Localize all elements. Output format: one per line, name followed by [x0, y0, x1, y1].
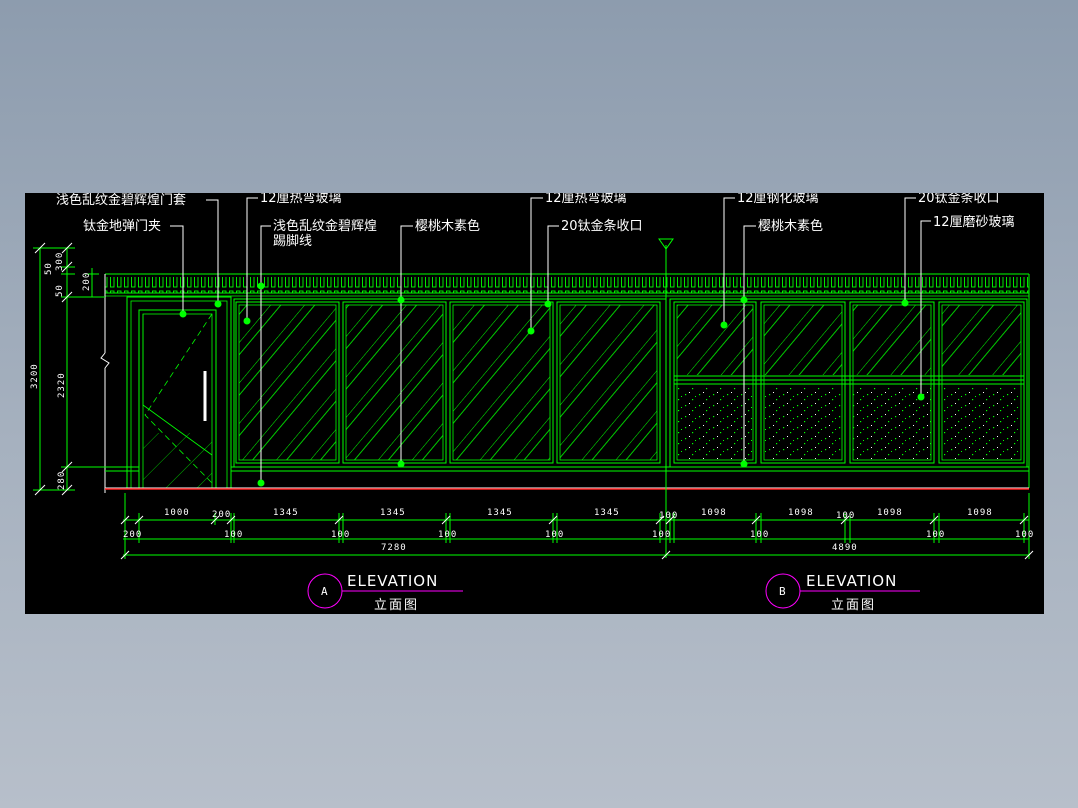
dim-upper-3: 1345: [273, 508, 299, 518]
label-titanium-strip-2: 20钛金条收口: [918, 193, 1000, 206]
wall-edge: [100, 274, 110, 493]
glass-hatch-a2: [346, 305, 443, 460]
title-a-letter: A: [321, 585, 329, 598]
dim-upper-5: 1345: [487, 508, 513, 518]
glass-hatch-b3: [853, 305, 931, 375]
label-frosted-glass: 12厘磨砂玻璃: [933, 215, 1015, 230]
dim-upper-7: 100: [659, 511, 678, 521]
horizontal-dimension-lines: [123, 493, 1030, 559]
dimension-totals: 7280 4890: [381, 543, 858, 553]
vertical-dimension-text: 300 50 50 200 3200 2320 280: [30, 252, 92, 490]
dim-lower-8: 100: [926, 530, 945, 540]
dim-upper-8: 1098: [701, 508, 727, 518]
title-block-a: A ELEVATION 立面图: [307, 572, 463, 613]
label-baseboard-2: 踢脚线: [273, 233, 312, 249]
annotations: 浅色乱纹金碧辉煌门套 钛金地弹门夹 12厘热弯玻璃 浅色乱纹金碧辉煌 踢脚线 樱…: [56, 193, 1015, 249]
dim-total-a: 7280: [381, 543, 407, 553]
glass-hatch-b4: [942, 305, 1021, 375]
dim-top-200: 200: [82, 272, 92, 291]
dim-upper-2: 200: [212, 510, 231, 520]
glass-hatch-a1: [239, 305, 336, 460]
dim-lower-4: 100: [438, 530, 457, 540]
dim-upper-6: 1345: [594, 508, 620, 518]
dim-top-50b: 50: [55, 284, 65, 297]
title-a-subtitle: 立面图: [374, 598, 419, 613]
door-glass-hatch: [143, 433, 212, 488]
dimension-upper-text: 1000 200 1345 1345 1345 1345 100 1098 10…: [164, 508, 993, 521]
dim-mid-2320: 2320: [57, 372, 67, 398]
label-titanium-strip-1: 20钛金条收口: [561, 218, 643, 234]
baseboard: [105, 466, 1029, 489]
dim-upper-10: 100: [836, 511, 855, 521]
title-a-heading: ELEVATION: [347, 572, 438, 590]
dimension-ticks: [120, 515, 1034, 560]
glass-hatch-a4: [560, 305, 657, 460]
dim-lower-6: 100: [652, 530, 671, 540]
vertical-dimension-lines: [33, 242, 105, 496]
dim-lower-2: 100: [224, 530, 243, 540]
dim-top-50a: 50: [44, 262, 54, 275]
elevation-drawing: 浅色乱纹金碧辉煌门套 钛金地弹门夹 12厘热弯玻璃 浅色乱纹金碧辉煌 踢脚线 樱…: [30, 193, 1034, 613]
label-floor-hinge: 钛金地弹门夹: [83, 218, 161, 234]
dim-upper-12: 1098: [967, 508, 993, 518]
label-cherry-wood-1: 樱桃木素色: [415, 218, 480, 234]
frosted-hatch-b4: [942, 386, 1021, 460]
frosted-hatch-b1: [677, 386, 753, 460]
dim-total-b: 4890: [832, 543, 858, 553]
title-b-heading: ELEVATION: [806, 572, 897, 590]
dim-upper-4: 1345: [380, 508, 406, 518]
dim-lower-3: 100: [331, 530, 350, 540]
label-door-frame: 浅色乱纹金碧辉煌门套: [56, 193, 186, 208]
label-cherry-wood-2: 樱桃木素色: [758, 218, 823, 234]
dim-total-3200: 3200: [30, 363, 40, 389]
label-curved-glass-2: 12厘热弯玻璃: [545, 193, 627, 206]
cad-drawing-canvas: 浅色乱纹金碧辉煌门套 钛金地弹门夹 12厘热弯玻璃 浅色乱纹金碧辉煌 踢脚线 樱…: [25, 193, 1044, 614]
label-curved-glass-1: 12厘热弯玻璃: [260, 193, 342, 206]
dim-upper-9: 1098: [788, 508, 814, 518]
glass-hatch-a3: [453, 305, 550, 460]
dim-lower-9: 100: [1015, 530, 1034, 540]
dim-lower-7: 100: [750, 530, 769, 540]
title-block-b: B ELEVATION 立面图: [765, 572, 920, 613]
frosted-hatch-b2: [764, 386, 842, 460]
dim-lower-1: 200: [123, 530, 142, 540]
dim-bottom-280: 280: [57, 471, 67, 490]
label-tempered-glass: 12厘钢化玻璃: [737, 193, 819, 206]
dim-upper-11: 1098: [877, 508, 903, 518]
title-b-subtitle: 立面图: [831, 598, 876, 613]
glass-hatch-b2: [764, 305, 842, 375]
glass-hatch-b1: [677, 305, 753, 375]
dim-upper-1: 1000: [164, 508, 190, 518]
title-b-letter: B: [779, 585, 787, 598]
dim-lower-5: 100: [545, 530, 564, 540]
dim-top-300: 300: [55, 252, 65, 271]
label-baseboard-1: 浅色乱纹金碧辉煌: [273, 218, 377, 234]
